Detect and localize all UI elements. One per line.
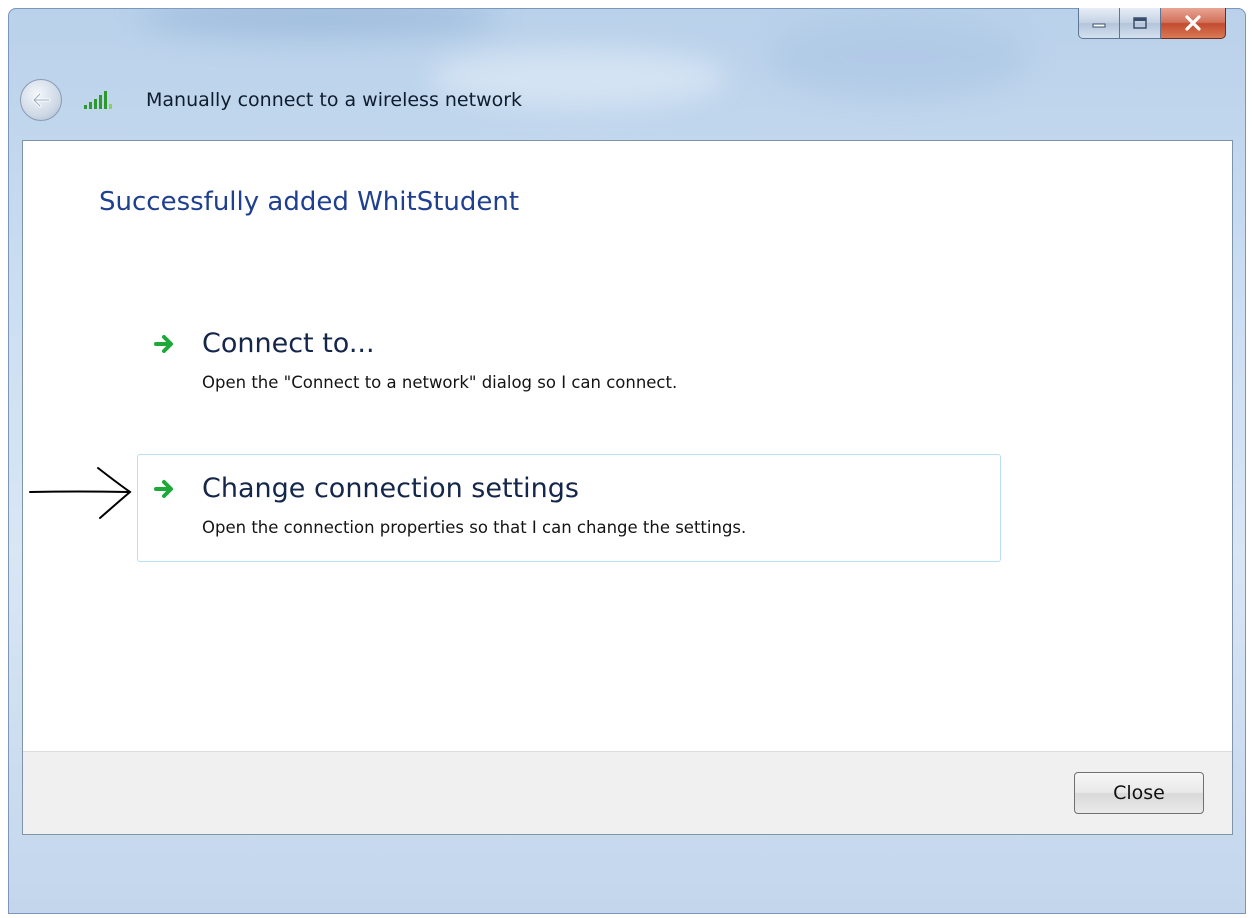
option-title: Connect to... <box>202 328 375 359</box>
back-arrow-icon <box>32 92 51 108</box>
window-caption-buttons <box>1078 8 1226 40</box>
close-button[interactable]: Close <box>1074 772 1204 814</box>
maximize-button[interactable] <box>1120 8 1161 39</box>
green-arrow-icon <box>154 480 173 498</box>
connect-to-option[interactable]: Connect to... Open the "Connect to a net… <box>137 309 1001 417</box>
option-description: Open the connection properties so that I… <box>202 518 747 537</box>
back-button[interactable] <box>20 79 62 121</box>
dialog-footer: Close <box>23 751 1232 834</box>
glass-reflection <box>138 8 498 38</box>
window-title: Manually connect to a wireless network <box>146 89 523 111</box>
change-connection-settings-option[interactable]: Change connection settings Open the conn… <box>137 454 1001 562</box>
hand-drawn-pointer-arrow-icon <box>29 467 132 519</box>
wireless-signal-icon <box>84 91 112 109</box>
dialog-window: Manually connect to a wireless network S… <box>8 8 1246 914</box>
close-x-icon <box>1185 15 1201 31</box>
option-description: Open the "Connect to a network" dialog s… <box>202 373 678 392</box>
content-panel: Successfully added WhitStudent Connect t… <box>22 140 1233 835</box>
window-close-button[interactable] <box>1161 8 1226 39</box>
navigation-bar: Manually connect to a wireless network <box>20 78 522 122</box>
minimize-button[interactable] <box>1078 8 1120 39</box>
green-arrow-icon <box>154 335 173 353</box>
minimize-icon <box>1092 23 1106 28</box>
option-title: Change connection settings <box>202 473 579 504</box>
maximize-icon <box>1133 17 1147 29</box>
glass-reflection <box>768 18 1028 98</box>
page-title: Successfully added WhitStudent <box>99 187 520 217</box>
